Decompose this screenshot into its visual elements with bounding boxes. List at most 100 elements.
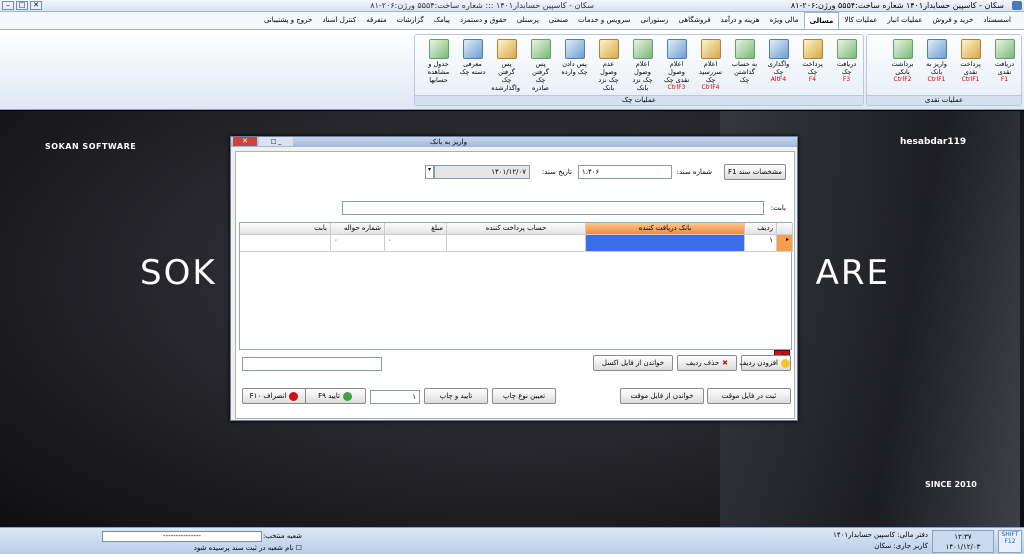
row-pointer-icon: ▸: [777, 235, 793, 252]
ribbon-button-cheque-3[interactable]: به حساب گذاشتن چک: [731, 37, 758, 89]
confirm-print-button[interactable]: تایید و چاپ: [424, 388, 488, 404]
read-temp-button[interactable]: خواندن از فایل موقت: [620, 388, 704, 404]
star-icon: [781, 358, 790, 368]
ribbon-button-cash-3[interactable]: برداشت بانکی CtrlF2: [889, 37, 916, 89]
tab-17[interactable]: خروج و پشتیبانی: [259, 12, 317, 29]
tab-11[interactable]: پرسنلی: [512, 12, 544, 29]
branch-label: شعبه منتخب:: [262, 532, 302, 540]
tab-12[interactable]: حقوق و دستمزد: [455, 12, 512, 29]
cell-babat[interactable]: [240, 235, 331, 252]
clock: ۱۲:۳۷ ۱۴۰۱/۱۲/۰۳: [932, 530, 994, 553]
add-row-button[interactable]: افزودن ردیف: [739, 355, 791, 371]
cell-havale[interactable]: ۰: [331, 235, 385, 252]
ribbon-button-cash-1[interactable]: پرداخت نقدی CtrlF1: [957, 37, 984, 89]
ribbon-button-cheque-11[interactable]: معرفی دسته چک: [459, 37, 486, 89]
read-excel-button[interactable]: خواندن از فایل اکسل: [593, 355, 673, 371]
dialog-titlebar: واریز به بانک _ □ ✕: [231, 137, 797, 147]
delete-row-button[interactable]: ✖حذف ردیف: [677, 355, 737, 371]
doc-date-input[interactable]: ۱۴۰۱/۱۲/۰۷: [434, 165, 530, 179]
document-icon: [926, 39, 947, 59]
ribbon-button-cash-2[interactable]: واریز به بانک CtrlF1: [923, 37, 950, 89]
close-window-button[interactable]: ✕: [30, 1, 42, 10]
document-icon: [960, 39, 981, 59]
ribbon-button-cheque-10[interactable]: پس گرفتن چک واگذارشده: [491, 37, 520, 92]
branch-selector: شعبه منتخب: --------------- ☐ نام شعبه د…: [2, 530, 302, 552]
minimize-window-button[interactable]: –: [2, 1, 14, 10]
cell-bank[interactable]: [586, 235, 745, 252]
document-icon: [666, 39, 687, 59]
since-text: SINCE 2010: [925, 480, 977, 489]
ribbon-button-cheque-6[interactable]: اعلام وصول چک نزد بانک: [629, 37, 656, 92]
cell-account[interactable]: [447, 235, 586, 252]
tab-8[interactable]: رستورانی: [635, 12, 673, 29]
tab-2[interactable]: عملیات انبار: [882, 12, 927, 29]
app-title: سکان - کاسپین حسابدار۱۴۰۱ شعاره ساخت:۵۵۵…: [790, 1, 1004, 10]
app-titlebar: سکان - کاسپین حسابدار۱۴۰۱ شعاره ساخت:۵۵۵…: [0, 0, 1024, 12]
tab-1[interactable]: خرید و فروش: [928, 12, 979, 29]
tab-16[interactable]: کنترل اسناد: [317, 12, 361, 29]
col-bank[interactable]: بانک دریافت کننده: [586, 223, 745, 235]
tab-9[interactable]: سرویس و خدمات: [573, 12, 635, 29]
group-label-cheque: عملیات چک: [415, 95, 863, 105]
col-havale[interactable]: شماره حواله: [331, 223, 385, 235]
tab-3[interactable]: عملیات کالا: [839, 12, 882, 29]
copies-input[interactable]: ۱: [370, 390, 420, 404]
dialog-minmax-buttons[interactable]: _ □: [259, 137, 293, 146]
tab-15[interactable]: متفرقه: [361, 12, 391, 29]
dialog-close-button[interactable]: ✕: [233, 137, 257, 146]
grid-corner: [777, 223, 793, 235]
ribbon-button-cheque-5[interactable]: اعلام وصول نقدی چک CtrlF3: [663, 37, 690, 91]
col-radif[interactable]: ردیف: [745, 223, 777, 235]
ribbon-button-cheque-8[interactable]: پس دادن چک وارده: [561, 37, 588, 89]
col-amount[interactable]: مبلغ: [385, 223, 447, 235]
tab-13[interactable]: پیامک: [429, 12, 455, 29]
maximize-window-button[interactable]: □: [16, 1, 28, 10]
brand-right: hesabdar119: [900, 137, 967, 147]
ribbon-button-cheque-9[interactable]: پس گرفتن چک صادره: [527, 37, 554, 92]
branch-select[interactable]: ---------------: [102, 531, 262, 542]
confirm-button[interactable]: تایید F۹: [304, 388, 366, 404]
table-row[interactable]: ▸ ۱ ۰ ۰: [240, 235, 793, 252]
document-icon: [892, 39, 913, 59]
print-type-button[interactable]: تعیین نوع چاپ: [492, 388, 556, 404]
document-icon: [802, 39, 823, 59]
col-account[interactable]: حساب پرداخت کننده: [447, 223, 586, 235]
ribbon-button-cash-0[interactable]: دریافت نقدی F1: [991, 37, 1018, 89]
cancel-button[interactable]: انصراف F۱۰: [242, 388, 306, 404]
branch-checkbox[interactable]: ☐ نام شعبه در ثبت سند پرسیده شود: [194, 544, 302, 552]
doc-no-input[interactable]: ۱،۴۰۶: [578, 165, 672, 179]
grid-header: ردیف بانک دریافت کننده حساب پرداخت کننده…: [240, 223, 793, 235]
babat-input[interactable]: [342, 201, 764, 215]
tab-0[interactable]: اسسستاد: [978, 12, 1016, 29]
tab-10[interactable]: صنعتی: [544, 12, 573, 29]
ribbon-button-cheque-2[interactable]: واگذاری چک AltF4: [765, 37, 792, 89]
document-icon: [632, 39, 653, 59]
ribbon-tabs: اسسستاد خرید و فروش عملیات انبار عملیات کال…: [0, 12, 1024, 30]
save-temp-button[interactable]: ثبت در فایل موقت: [707, 388, 791, 404]
document-icon: [530, 39, 551, 59]
app-title-center: سکان - کاسپین حسابدار۱۴۰۱ ::: شعاره ساخت…: [370, 1, 594, 10]
cell-amount[interactable]: ۰: [385, 235, 447, 252]
ribbon-button-cheque-12[interactable]: جدول و مشاهده حسابها: [425, 37, 452, 89]
footer-input[interactable]: [242, 357, 382, 371]
ribbon-button-cheque-4[interactable]: اعلام سررسید چک CtrlF4: [697, 37, 724, 91]
babat-label: بابت:: [770, 204, 786, 212]
col-babat[interactable]: بابت: [240, 223, 331, 235]
tab-6[interactable]: هزینه و درآمد: [716, 12, 765, 29]
shift-f12-indicator[interactable]: SHIFT F12: [998, 530, 1022, 553]
delete-icon: ✖: [722, 359, 729, 367]
tab-7[interactable]: فروشگاهی: [674, 12, 716, 29]
date-dropdown-arrow[interactable]: ▾: [425, 165, 434, 179]
deposit-dialog: واریز به بانک _ □ ✕ مشخصات سند F1 شماره …: [230, 136, 798, 421]
tab-4[interactable]: مسالی: [803, 12, 840, 29]
doc-details-button[interactable]: مشخصات سند F1: [724, 164, 786, 180]
document-icon: [462, 39, 483, 59]
ribbon-button-cheque-0[interactable]: دریافت چک F3: [833, 37, 860, 89]
tab-5[interactable]: مالی ویژه: [765, 12, 804, 29]
ribbon-button-cheque-7[interactable]: عدم وصول چک نزد بانک: [595, 37, 622, 92]
tab-14[interactable]: گزارشات: [392, 12, 429, 29]
ribbon-button-cheque-1[interactable]: پرداخت چک F4: [799, 37, 826, 89]
doc-date-label: تاریخ سند:: [541, 168, 572, 176]
cell-radif[interactable]: ۱: [745, 235, 777, 252]
document-icon: [836, 39, 857, 59]
